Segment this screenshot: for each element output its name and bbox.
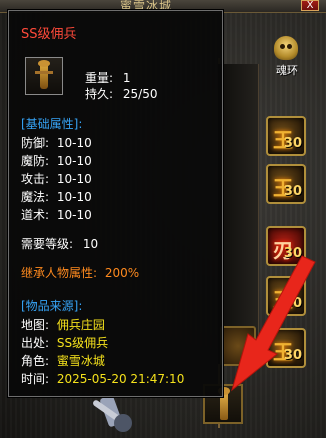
attribute-row: 魔防: 10-10 xyxy=(21,152,92,169)
level-requirement-value: 10 xyxy=(82,237,99,251)
soul-ring-label: 魂环 xyxy=(276,64,298,77)
source-row: 地图: 佣兵庄园 xyxy=(21,316,105,333)
source-value: 蜜雪冰城 xyxy=(56,354,105,368)
inherit-value: 200% xyxy=(104,266,140,280)
attribute-label: 防御: xyxy=(21,136,50,150)
equipment-slot[interactable] xyxy=(220,326,256,366)
skull-icon xyxy=(274,36,298,60)
skill-level: 30 xyxy=(283,296,302,311)
skill-level: 30 xyxy=(283,184,302,199)
attribute-row: 攻击: 10-10 xyxy=(21,170,92,187)
weight-row: 重量: 1 xyxy=(85,69,131,86)
skill-level: 30 xyxy=(283,136,302,151)
attribute-value: 10-10 xyxy=(56,208,92,222)
skill-slot-5[interactable]: 王 30 xyxy=(266,328,306,368)
level-requirement-label: 需要等级: xyxy=(21,237,74,251)
skill-slot-3[interactable]: 刃 30 xyxy=(266,226,306,266)
soul-ring-item[interactable]: 魂环 xyxy=(266,36,306,78)
item-title: SS级佣兵 xyxy=(21,27,77,42)
attribute-row: 防御: 10-10 xyxy=(21,134,92,151)
durability-row: 持久: 25/50 xyxy=(85,85,157,102)
item-source-header: [物品来源]: xyxy=(21,299,83,313)
source-value: 佣兵庄园 xyxy=(56,318,105,332)
item-icon xyxy=(25,57,63,95)
source-value: SS级佣兵 xyxy=(56,336,109,350)
mercenary-figure-icon xyxy=(35,60,53,89)
durability-label: 持久: xyxy=(85,87,114,101)
source-label: 角色: xyxy=(21,354,50,368)
skill-slot-4[interactable]: 王 30 xyxy=(266,276,306,316)
skill-slot-1[interactable]: 王 30 xyxy=(266,116,306,156)
inherit-attribute-row: 继承人物属性: 200% xyxy=(21,264,139,281)
source-label: 时间: xyxy=(21,372,50,386)
skill-slot-2[interactable]: 王 30 xyxy=(266,164,306,204)
source-row: 角色: 蜜雪冰城 xyxy=(21,352,105,369)
attribute-value: 10-10 xyxy=(56,154,92,168)
attribute-value: 10-10 xyxy=(56,172,92,186)
attribute-value: 10-10 xyxy=(56,190,92,204)
inherit-label: 继承人物属性: xyxy=(21,266,98,280)
attribute-label: 攻击: xyxy=(21,172,50,186)
attribute-label: 魔防: xyxy=(21,154,50,168)
source-value: 2025-05-20 21:47:10 xyxy=(56,372,185,386)
source-row: 出处: SS级佣兵 xyxy=(21,334,108,351)
equipment-dark-panel xyxy=(218,64,259,364)
item-tooltip: SS级佣兵 重量: 1 持久: 25/50 [基础属性]: 防御: 10-10 … xyxy=(8,10,223,397)
close-button[interactable]: X xyxy=(301,0,319,11)
attribute-value: 10-10 xyxy=(56,136,92,150)
skill-level: 30 xyxy=(283,348,302,363)
source-label: 地图: xyxy=(21,318,50,332)
attribute-label: 道术: xyxy=(21,208,50,222)
level-requirement-row: 需要等级: 10 xyxy=(21,235,98,252)
attribute-row: 道术: 10-10 xyxy=(21,206,92,223)
weight-value: 1 xyxy=(122,71,131,85)
attribute-label: 魔法: xyxy=(21,190,50,204)
base-attributes-header: [基础属性]: xyxy=(21,117,83,131)
durability-value: 25/50 xyxy=(122,87,158,101)
source-row: 时间: 2025-05-20 21:47:10 xyxy=(21,370,184,387)
attribute-row: 魔法: 10-10 xyxy=(21,188,92,205)
source-label: 出处: xyxy=(21,336,50,350)
skill-level: 30 xyxy=(283,246,302,261)
weight-label: 重量: xyxy=(85,71,114,85)
